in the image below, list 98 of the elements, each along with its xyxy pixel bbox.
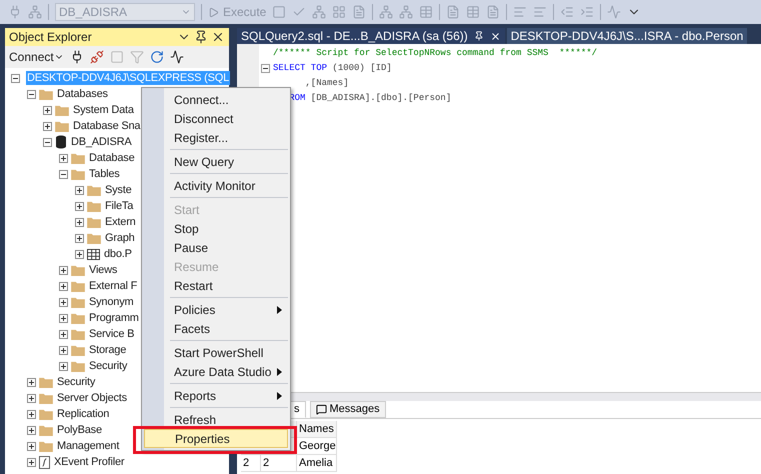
table-cell: Amelia (297, 455, 337, 472)
close-icon[interactable] (490, 30, 501, 42)
folder-icon (87, 200, 101, 212)
folder-icon (87, 184, 101, 196)
messages-icon (316, 404, 326, 415)
database-icon (55, 135, 67, 149)
folder-icon (39, 376, 53, 388)
code-line: /****** Script for SelectTopNRows command from SSMS ******/ (273, 47, 598, 60)
expand-toggle[interactable] (43, 106, 52, 114)
folder-icon (71, 168, 85, 180)
tree-item[interactable]: External F (88, 279, 138, 293)
play-icon (208, 6, 219, 18)
folder-icon (71, 296, 85, 308)
refresh-icon[interactable] (150, 50, 164, 64)
table-cell: 2 (261, 455, 297, 472)
collapse-icon[interactable] (260, 64, 270, 73)
editor-tab[interactable]: DESKTOP-DDV4J6J\S...ISRA - dbo.Person (506, 28, 748, 44)
activity-icon[interactable] (170, 50, 184, 64)
menu-item[interactable]: Refresh (144, 410, 288, 429)
tree-item[interactable]: Security (56, 375, 96, 389)
folder-icon (71, 264, 85, 276)
menu-item[interactable]: Properties (144, 429, 288, 448)
expand-toggle[interactable] (27, 378, 36, 386)
tree-item[interactable]: Databases (56, 87, 109, 101)
expand-toggle[interactable] (59, 266, 68, 274)
code-line: SELECT TOP (1000) [ID] (273, 62, 393, 75)
expand-toggle[interactable] (27, 410, 36, 418)
tree-item[interactable]: Programm (88, 311, 140, 325)
expand-toggle[interactable] (59, 330, 68, 338)
disconnect-icon[interactable] (90, 50, 104, 64)
column-header: Names (297, 421, 337, 438)
expand-toggle[interactable] (59, 362, 68, 370)
tree-item[interactable]: Database Sna (72, 119, 142, 133)
collapse-toggle[interactable] (11, 74, 20, 82)
folder-icon (71, 360, 85, 372)
expand-toggle[interactable] (75, 186, 84, 194)
code-line: ,[Names] (304, 77, 350, 90)
tree-item[interactable]: Tables (88, 167, 121, 181)
expand-toggle[interactable] (59, 346, 68, 354)
tree-item[interactable]: Extern (104, 215, 137, 229)
folder-icon (39, 392, 53, 404)
folder-icon (87, 232, 101, 244)
collapse-toggle[interactable] (27, 90, 36, 98)
tree-item[interactable]: Synonym (88, 295, 134, 309)
expand-toggle[interactable] (59, 282, 68, 290)
tree-item[interactable]: Graph (104, 231, 136, 245)
close-icon[interactable] (211, 30, 225, 44)
results-tab[interactable]: Messages (310, 401, 386, 418)
panel-title: Object Explorer (9, 29, 92, 46)
expand-toggle[interactable] (59, 154, 68, 162)
tree-item[interactable]: Replication (56, 407, 110, 421)
folder-icon (87, 216, 101, 228)
expand-toggle[interactable] (27, 458, 36, 466)
folder-icon (55, 104, 69, 116)
expand-toggle[interactable] (75, 202, 84, 210)
expand-toggle[interactable] (43, 122, 52, 130)
expand-toggle[interactable] (59, 314, 68, 322)
tree-item[interactable]: Database (88, 151, 136, 165)
editor-tab[interactable]: SQLQuery2.sql - DE...B_ADISRA (sa (56)) (237, 28, 505, 44)
folder-icon (71, 328, 85, 340)
pin-icon[interactable] (194, 30, 208, 44)
tree-item[interactable]: Syste (104, 183, 133, 197)
tree-item[interactable]: PolyBase (56, 423, 103, 437)
tree-item[interactable]: Management (56, 439, 120, 453)
folder-icon (39, 424, 53, 436)
collapse-toggle[interactable] (59, 170, 68, 178)
tree-item[interactable]: Service B (88, 327, 136, 341)
expand-toggle[interactable] (27, 442, 36, 450)
row-number-cell: 2 (241, 455, 261, 472)
folder-icon (71, 344, 85, 356)
tree-item[interactable]: DB_ADISRA (70, 135, 133, 149)
expand-toggle[interactable] (59, 298, 68, 306)
expand-toggle[interactable] (75, 218, 84, 226)
table-icon (87, 248, 100, 260)
folder-icon (39, 88, 53, 100)
tree-item[interactable]: Storage (88, 343, 128, 357)
tree-item[interactable]: Server Objects (56, 391, 128, 405)
folder-icon (39, 408, 53, 420)
expand-toggle[interactable] (75, 250, 84, 258)
expand-toggle[interactable] (75, 234, 84, 242)
tree-item[interactable]: dbo.P (103, 247, 133, 261)
tree-item[interactable]: FileTa (104, 199, 134, 213)
pin-icon[interactable] (474, 31, 484, 41)
folder-icon (71, 312, 85, 324)
folder-icon (71, 152, 85, 164)
collapse-toggle[interactable] (43, 138, 52, 146)
folder-icon (55, 120, 69, 132)
tree-item[interactable]: Security (88, 359, 128, 373)
profiler-icon (39, 456, 50, 468)
tree-item[interactable]: System Data (72, 103, 135, 117)
table-cell: George (297, 438, 337, 455)
expand-toggle[interactable] (27, 426, 36, 434)
expand-toggle[interactable] (27, 394, 36, 402)
folder-icon (39, 440, 53, 452)
tree-item[interactable]: Views (88, 263, 118, 277)
connect-button[interactable]: Connect (9, 48, 64, 66)
folder-icon (71, 280, 85, 292)
tree-item[interactable]: XEvent Profiler (53, 455, 126, 469)
